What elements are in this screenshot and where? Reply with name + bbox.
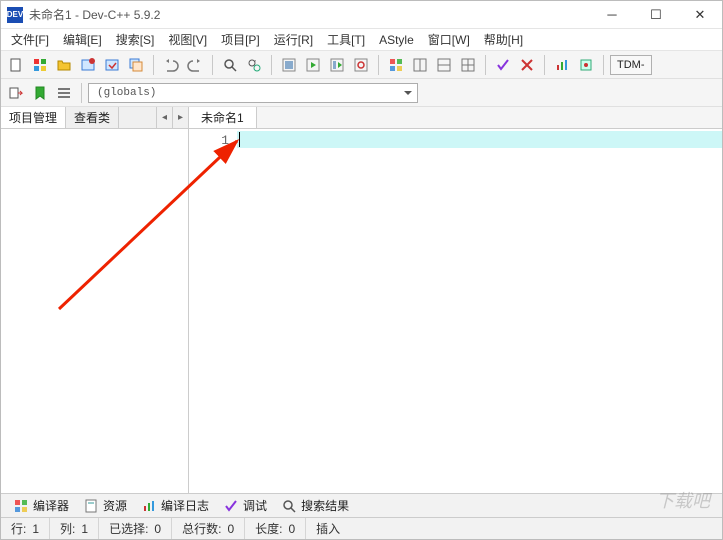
save-all-button[interactable] <box>125 54 147 76</box>
separator <box>485 55 486 75</box>
close-button[interactable]: ✕ <box>678 1 722 29</box>
cross-button[interactable] <box>516 54 538 76</box>
line-number: 1 <box>189 133 229 148</box>
globals-label: (globals) <box>97 87 156 99</box>
undo-button[interactable] <box>160 54 182 76</box>
rebuild-button[interactable] <box>350 54 372 76</box>
bottom-tab-compile-log[interactable]: 编译日志 <box>135 495 215 516</box>
separator <box>544 55 545 75</box>
separator <box>378 55 379 75</box>
menu-file[interactable]: 文件[F] <box>5 29 55 50</box>
search-result-icon <box>281 498 297 514</box>
bottom-tab-label: 搜索结果 <box>301 497 349 514</box>
tab-class-browser[interactable]: 查看类 <box>66 107 119 128</box>
menu-project[interactable]: 项目[P] <box>215 29 266 50</box>
status-col: 列:1 <box>50 518 99 539</box>
bottom-tab-label: 编译器 <box>33 497 69 514</box>
titlebar: DEV 未命名1 - Dev-C++ 5.9.2 ─ ☐ ✕ <box>1 1 722 29</box>
separator <box>212 55 213 75</box>
compile-run-button[interactable] <box>326 54 348 76</box>
minimize-button[interactable]: ─ <box>590 1 634 29</box>
compiler-selector[interactable]: TDM- <box>610 55 652 75</box>
bottom-tab-label: 编译日志 <box>161 497 209 514</box>
menu-edit[interactable]: 编辑[E] <box>57 29 108 50</box>
window-title: 未命名1 - Dev-C++ 5.9.2 <box>29 6 590 23</box>
tab-project-manager[interactable]: 项目管理 <box>1 107 66 128</box>
secondary-toolbar: (globals) <box>1 79 722 107</box>
goto-button[interactable] <box>5 82 27 104</box>
statusbar: 行:1 列:1 已选择:0 总行数:0 长度:0 插入 <box>1 517 722 539</box>
open-button[interactable] <box>53 54 75 76</box>
maximize-button[interactable]: ☐ <box>634 1 678 29</box>
editor-tabs: 未命名1 <box>189 107 722 129</box>
bottom-tabs: 编译器 资源 编译日志 调试 搜索结果 <box>1 493 722 517</box>
app-window: DEV 未命名1 - Dev-C++ 5.9.2 ─ ☐ ✕ 文件[F] 编辑[… <box>0 0 723 540</box>
menu-help[interactable]: 帮助[H] <box>478 29 529 50</box>
menu-run[interactable]: 运行[R] <box>268 29 319 50</box>
plugin-button[interactable] <box>575 54 597 76</box>
bottom-tab-search-results[interactable]: 搜索结果 <box>275 495 355 516</box>
tab-scroll-left[interactable]: ◂ <box>156 107 172 128</box>
separator <box>81 83 82 103</box>
bottom-tab-compiler[interactable]: 编译器 <box>7 495 75 516</box>
menu-tools[interactable]: 工具[T] <box>321 29 371 50</box>
separator <box>153 55 154 75</box>
editor-area: 未命名1 1 <box>189 107 722 493</box>
layout1-button[interactable] <box>385 54 407 76</box>
app-icon: DEV <box>7 7 23 23</box>
find-button[interactable] <box>219 54 241 76</box>
code-area[interactable] <box>237 129 722 493</box>
bottom-tab-label: 资源 <box>103 497 127 514</box>
open-project-button[interactable] <box>101 54 123 76</box>
run-button[interactable] <box>302 54 324 76</box>
main-area: 项目管理 查看类 ◂ ▸ 未命名1 1 <box>1 107 722 493</box>
resource-icon <box>83 498 99 514</box>
log-icon <box>141 498 157 514</box>
new-project-button[interactable] <box>77 54 99 76</box>
new-file-button[interactable] <box>5 54 27 76</box>
layout3-button[interactable] <box>433 54 455 76</box>
globals-dropdown[interactable]: (globals) <box>88 83 418 103</box>
code-editor[interactable]: 1 <box>189 129 722 493</box>
separator <box>271 55 272 75</box>
main-toolbar: TDM- <box>1 51 722 79</box>
bookmark-list-button[interactable] <box>53 82 75 104</box>
menu-window[interactable]: 窗口[W] <box>422 29 476 50</box>
menu-search[interactable]: 搜索[S] <box>110 29 161 50</box>
debug-icon <box>223 498 239 514</box>
editor-tab-active[interactable]: 未命名1 <box>189 107 257 128</box>
line-gutter: 1 <box>189 129 237 493</box>
text-cursor <box>239 132 240 147</box>
bottom-tab-resource[interactable]: 资源 <box>77 495 133 516</box>
current-line-highlight <box>237 131 722 148</box>
grid-icon <box>13 498 29 514</box>
layout4-button[interactable] <box>457 54 479 76</box>
bookmark-add-button[interactable] <box>29 82 51 104</box>
bottom-tab-label: 调试 <box>243 497 267 514</box>
status-mode: 插入 <box>306 518 350 539</box>
layout2-button[interactable] <box>409 54 431 76</box>
status-lines: 总行数:0 <box>172 518 245 539</box>
left-panel: 项目管理 查看类 ◂ ▸ <box>1 107 189 493</box>
status-row: 行:1 <box>1 518 50 539</box>
menubar: 文件[F] 编辑[E] 搜索[S] 视图[V] 项目[P] 运行[R] 工具[T… <box>1 29 722 51</box>
bottom-tab-debug[interactable]: 调试 <box>217 495 273 516</box>
check-button[interactable] <box>492 54 514 76</box>
left-panel-tabs: 项目管理 查看类 ◂ ▸ <box>1 107 188 129</box>
project-tree[interactable] <box>1 129 188 493</box>
window-controls: ─ ☐ ✕ <box>590 1 722 29</box>
redo-button[interactable] <box>184 54 206 76</box>
replace-button[interactable] <box>243 54 265 76</box>
tab-scroll-right[interactable]: ▸ <box>172 107 188 128</box>
colors-button[interactable] <box>29 54 51 76</box>
status-length: 长度:0 <box>245 518 306 539</box>
menu-view[interactable]: 视图[V] <box>162 29 213 50</box>
chart-button[interactable] <box>551 54 573 76</box>
menu-astyle[interactable]: AStyle <box>373 31 420 49</box>
status-selected: 已选择:0 <box>99 518 172 539</box>
separator <box>603 55 604 75</box>
compile-button[interactable] <box>278 54 300 76</box>
